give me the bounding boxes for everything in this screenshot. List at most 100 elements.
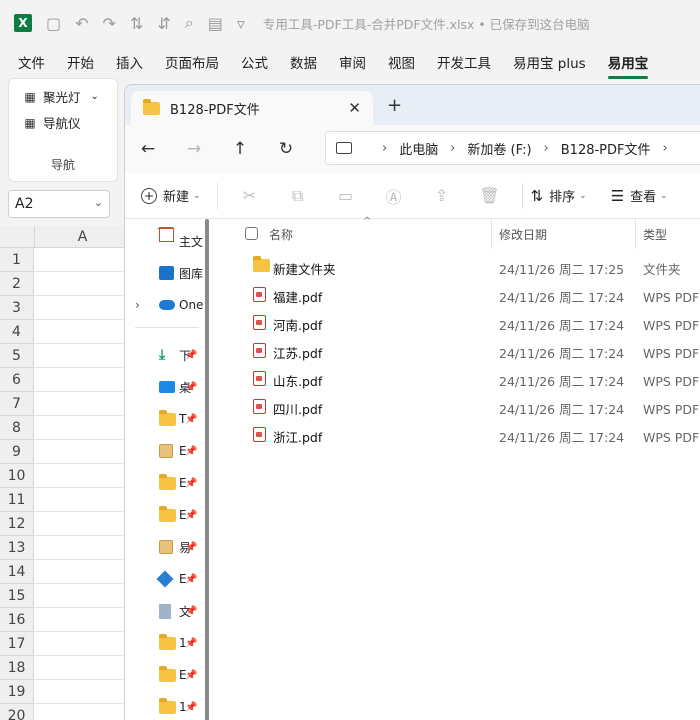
- row-header[interactable]: 7: [0, 392, 34, 416]
- ribbon-tab[interactable]: 易用宝 plus: [513, 52, 586, 72]
- cell-a19[interactable]: [34, 680, 130, 704]
- cell-a13[interactable]: [34, 536, 130, 560]
- nav-item[interactable]: E 📌: [125, 469, 205, 497]
- row-header[interactable]: 19: [0, 680, 34, 704]
- nav-item[interactable]: ⤓ 下 📌: [125, 341, 205, 369]
- row-header[interactable]: 18: [0, 656, 34, 680]
- ribbon-tab[interactable]: 插入: [116, 52, 143, 72]
- nav-item[interactable]: 1 📌: [125, 629, 205, 657]
- delete-icon[interactable]: 🗑: [466, 186, 514, 205]
- refresh-icon[interactable]: ↻: [263, 139, 309, 159]
- ribbon-tab[interactable]: 开始: [67, 52, 94, 72]
- column-header[interactable]: A: [34, 226, 130, 248]
- row-header[interactable]: 16: [0, 608, 34, 632]
- share-icon[interactable]: ⇪: [418, 186, 466, 205]
- column-divider[interactable]: [635, 219, 636, 249]
- ribbon-tab[interactable]: 审阅: [339, 52, 366, 72]
- chevron-right-icon[interactable]: ›: [663, 141, 668, 156]
- cell-a1[interactable]: [34, 248, 130, 272]
- cell-a2[interactable]: [34, 272, 130, 296]
- cell-a8[interactable]: [34, 416, 130, 440]
- nav-item[interactable]: › One: [125, 291, 205, 319]
- row-header[interactable]: 3: [0, 296, 34, 320]
- file-row[interactable]: 福建.pdf 24/11/26 周二 17:24 WPS PDF 文: [217, 281, 700, 309]
- chevron-right-icon[interactable]: ›: [135, 298, 140, 312]
- row-header[interactable]: 12: [0, 512, 34, 536]
- nav-item[interactable]: E 📌: [125, 661, 205, 689]
- row-header[interactable]: 8: [0, 416, 34, 440]
- cell-a20[interactable]: [34, 704, 130, 720]
- workbook-title[interactable]: 专用工具-PDF工具-合并PDF文件.xlsx • 已保存到这台电脑: [263, 14, 590, 33]
- nav-item[interactable]: 图库: [125, 259, 205, 287]
- chevron-down-icon[interactable]: ⌄: [91, 91, 99, 102]
- nav-item[interactable]: 易 📌: [125, 533, 205, 561]
- row-header[interactable]: 6: [0, 368, 34, 392]
- file-row[interactable]: 新建文件夹 24/11/26 周二 17:25 文件夹: [217, 253, 700, 281]
- row-header[interactable]: 5: [0, 344, 34, 368]
- file-row[interactable]: 山东.pdf 24/11/26 周二 17:24 WPS PDF 文: [217, 365, 700, 393]
- select-all-corner[interactable]: [0, 226, 34, 248]
- cell-a4[interactable]: [34, 320, 130, 344]
- row-header[interactable]: 17: [0, 632, 34, 656]
- cell-a16[interactable]: [34, 608, 130, 632]
- row-header[interactable]: 2: [0, 272, 34, 296]
- form-icon[interactable]: ▤: [208, 14, 223, 33]
- name-box[interactable]: A2 ⌄: [8, 190, 110, 218]
- chevron-right-icon[interactable]: ›: [382, 141, 387, 156]
- nav-item[interactable]: E 📌: [125, 501, 205, 529]
- column-divider[interactable]: [491, 219, 492, 249]
- sort-asc-icon[interactable]: ⇅: [130, 14, 143, 33]
- nav-item[interactable]: 主文: [125, 227, 205, 255]
- explorer-tab[interactable]: B128-PDF文件 ✕: [131, 91, 373, 125]
- file-row[interactable]: 浙江.pdf 24/11/26 周二 17:24 WPS PDF 文: [217, 421, 700, 449]
- nav-item[interactable]: 文 📌: [125, 597, 205, 625]
- ribbon-tab[interactable]: 数据: [290, 52, 317, 72]
- chevron-right-icon[interactable]: ›: [450, 141, 455, 156]
- cell-a14[interactable]: [34, 560, 130, 584]
- nav-scrollbar[interactable]: [205, 219, 209, 720]
- ribbon-tab[interactable]: 页面布局: [165, 52, 219, 72]
- column-date-header[interactable]: 修改日期: [499, 226, 547, 243]
- ribbon-tab[interactable]: 易用宝: [607, 52, 648, 79]
- sort-desc-icon[interactable]: ⇵: [157, 14, 170, 33]
- copy-icon[interactable]: ⧉: [274, 186, 322, 206]
- nav-item[interactable]: 桌 📌: [125, 373, 205, 401]
- breadcrumb-item[interactable]: B128-PDF文件: [561, 139, 651, 158]
- cell-a18[interactable]: [34, 656, 130, 680]
- column-name-header[interactable]: 名称: [269, 226, 293, 243]
- back-arrow-icon[interactable]: ←: [125, 139, 171, 159]
- row-header[interactable]: 4: [0, 320, 34, 344]
- customize-qat-icon[interactable]: ▿: [237, 14, 245, 33]
- cut-icon[interactable]: ✂: [226, 186, 274, 205]
- row-header[interactable]: 13: [0, 536, 34, 560]
- nav-item[interactable]: E 📌: [125, 565, 205, 593]
- view-button[interactable]: ☰ 查看 ⌄: [611, 186, 668, 206]
- select-all-checkbox[interactable]: [245, 227, 258, 240]
- close-icon[interactable]: ✕: [348, 99, 361, 117]
- chevron-down-icon[interactable]: ⌄: [94, 196, 103, 209]
- new-button[interactable]: + 新建 ⌄: [141, 186, 201, 205]
- ribbon-tab[interactable]: 公式: [241, 52, 268, 72]
- cell-a3[interactable]: [34, 296, 130, 320]
- row-header[interactable]: 1: [0, 248, 34, 272]
- cell-a5[interactable]: [34, 344, 130, 368]
- save-icon[interactable]: ▢: [46, 14, 61, 33]
- ribbon-tab[interactable]: 开发工具: [437, 52, 491, 72]
- row-header[interactable]: 20: [0, 704, 34, 720]
- cell-a6[interactable]: [34, 368, 130, 392]
- row-header[interactable]: 9: [0, 440, 34, 464]
- cell-a9[interactable]: [34, 440, 130, 464]
- cell-a7[interactable]: [34, 392, 130, 416]
- nav-item[interactable]: T 📌: [125, 405, 205, 433]
- chevron-right-icon[interactable]: ›: [544, 141, 549, 156]
- find-icon[interactable]: ⌕: [185, 13, 194, 33]
- forward-arrow-icon[interactable]: →: [171, 139, 217, 159]
- sort-button[interactable]: ⇅ 排序 ⌄: [531, 186, 587, 206]
- nav-item[interactable]: E 📌: [125, 437, 205, 465]
- paste-icon[interactable]: ▭: [322, 186, 370, 205]
- nav-item[interactable]: 1 📌: [125, 693, 205, 720]
- file-row[interactable]: 四川.pdf 24/11/26 周二 17:24 WPS PDF 文: [217, 393, 700, 421]
- ribbon-tab[interactable]: 视图: [388, 52, 415, 72]
- cell-a15[interactable]: [34, 584, 130, 608]
- new-tab-button[interactable]: +: [387, 95, 402, 116]
